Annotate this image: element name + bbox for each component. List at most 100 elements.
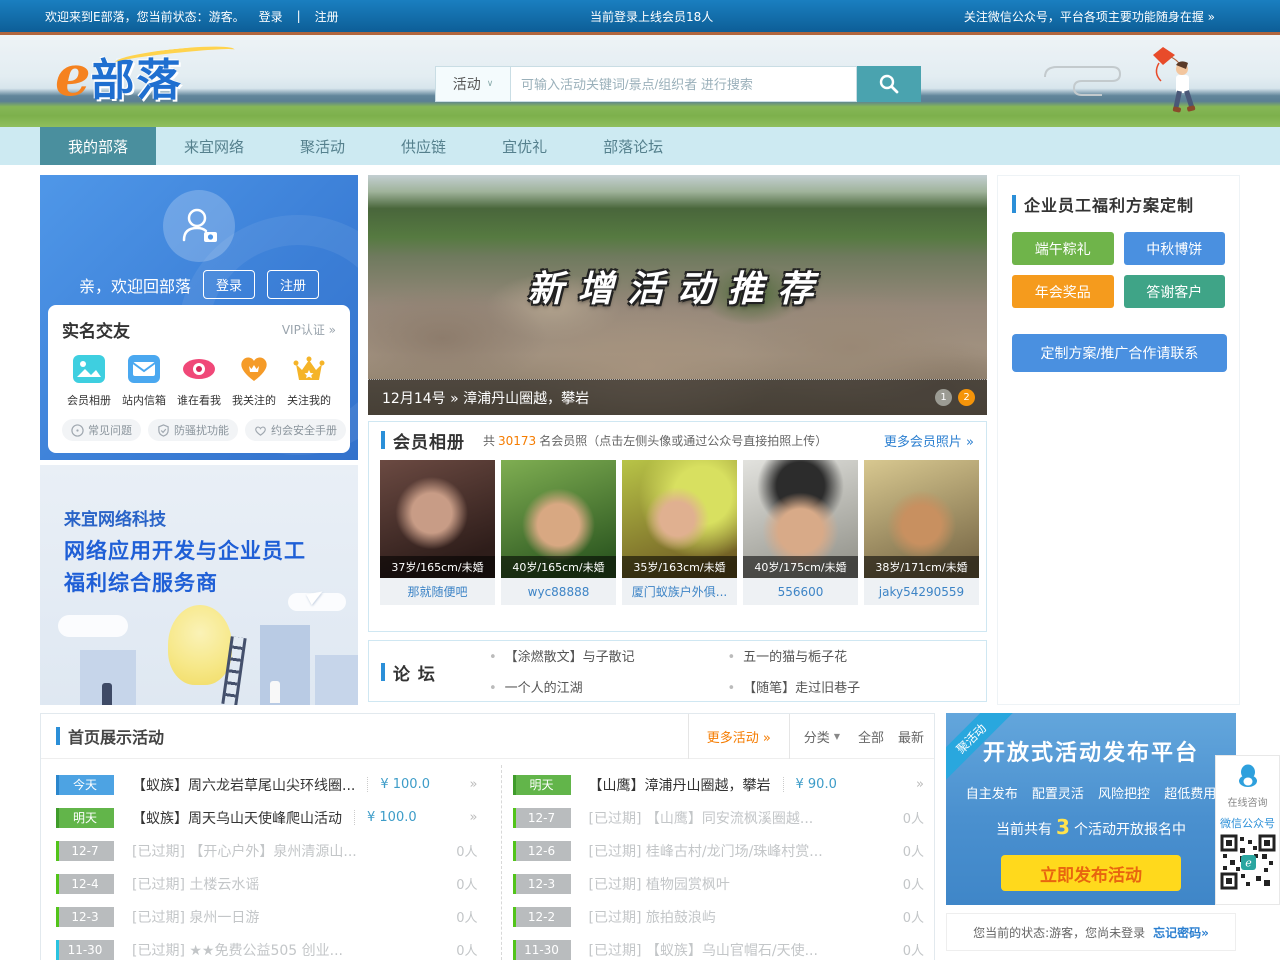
floating-contact-widget: 在线咨询 微信公众号 e <box>1215 755 1280 905</box>
date-badge: 12-6 <box>513 841 571 861</box>
activity-row[interactable]: 12-3 [已过期] 植物园赏枫叶 0人 <box>513 867 925 900</box>
feature-my-follows[interactable]: 我关注的 <box>227 354 281 408</box>
feature-site-mail[interactable]: 站内信箱 <box>117 354 171 408</box>
arrow-link[interactable]: » <box>916 777 924 792</box>
forum-post-link[interactable]: 一个人的江湖 <box>489 677 728 696</box>
forum-post-link[interactable]: 五一的猫与栀子花 <box>728 646 967 665</box>
participant-count: 0人 <box>903 907 924 926</box>
search-category-dropdown[interactable]: 活动 ∨ <box>435 66 511 102</box>
activity-row[interactable]: 11-30 [已过期] 【蚁族】乌山官帽石/天使... 0人 <box>513 933 925 960</box>
participant-count: 0人 <box>456 940 477 959</box>
activity-row[interactable]: 11-30 [已过期] ★★免费公益505 创业... 0人 <box>56 933 478 960</box>
login-button[interactable]: 登录 <box>203 270 255 299</box>
avatar-upload[interactable] <box>163 190 235 262</box>
filter-all[interactable]: 全部 <box>854 727 894 746</box>
activity-row[interactable]: 12-6 [已过期] 桂峰古村/龙门场/珠峰村赏... 0人 <box>513 834 925 867</box>
activity-row[interactable]: 今天 【蚁族】周六龙岩草尾山尖环线圈... ¥ 100.0 » <box>56 768 478 801</box>
header: e部落 活动 ∨ <box>0 35 1280 127</box>
search-bar: 活动 ∨ <box>435 66 921 102</box>
activity-row[interactable]: 12-7 [已过期] 【开心户外】泉州清源山... 0人 <box>56 834 478 867</box>
nav-item-yiyouli[interactable]: 宜优礼 <box>474 127 575 165</box>
search-category-label: 活动 <box>453 74 481 94</box>
activity-row[interactable]: 12-4 [已过期] 土楼云水谣 0人 <box>56 867 478 900</box>
member-card[interactable]: 35岁/163cm/未婚 厦门蚁族户外俱... <box>622 460 737 605</box>
dating-safety-pill[interactable]: 约会安全手册 <box>245 419 346 441</box>
topbar-login-link[interactable]: 登录 <box>259 8 283 25</box>
hero-carousel[interactable]: 新增活动推荐 12月14号 » 漳浦丹山圈越，攀岩 1 2 <box>368 175 987 415</box>
register-button[interactable]: 注册 <box>267 270 319 299</box>
tile-mid-autumn[interactable]: 中秋博饼 <box>1124 232 1226 265</box>
tile-client-thanks[interactable]: 答谢客户 <box>1124 275 1226 308</box>
member-card[interactable]: 38岁/171cm/未婚 jaky54290559 <box>864 460 979 605</box>
qq-penguin-icon[interactable] <box>1235 762 1261 788</box>
participant-count: 0人 <box>456 907 477 926</box>
activity-row[interactable]: 12-3 [已过期] 泉州一日游 0人 <box>56 900 478 933</box>
member-name[interactable]: 厦门蚁族户外俱... <box>622 578 737 605</box>
member-name[interactable]: jaky54290559 <box>864 578 979 605</box>
category-dropdown[interactable]: 分类▼ <box>789 714 854 759</box>
online-members-text: 当前登录上线会员18人 <box>590 8 713 25</box>
vip-cert-link[interactable]: VIP认证 » <box>282 321 336 338</box>
search-icon <box>878 73 900 95</box>
tile-dragon-boat-gifts[interactable]: 端午粽礼 <box>1012 232 1114 265</box>
feature-member-album[interactable]: 会员相册 <box>62 354 116 408</box>
search-input[interactable] <box>511 66 857 102</box>
activity-row[interactable]: 明天 【山鹰】漳浦丹山圈越，攀岩 ¥ 90.0 » <box>513 768 925 801</box>
cloud-shape <box>58 615 128 637</box>
nav-item-supply-chain[interactable]: 供应链 <box>373 127 474 165</box>
activity-row[interactable]: 12-2 [已过期] 旅拍鼓浪屿 0人 <box>513 900 925 933</box>
activities-panel: 首页展示活动 更多活动 » 分类▼ 全部 最新 今天 【蚁族】周六龙岩草尾山尖环… <box>40 713 935 960</box>
laiyi-promo-banner[interactable]: 来宜网络科技 网络应用开发与企业员工 福利综合服务商 <box>40 465 358 705</box>
site-logo[interactable]: e部落 <box>55 43 183 109</box>
nav-item-laiyi-network[interactable]: 来宜网络 <box>156 127 272 165</box>
nav-item-forum[interactable]: 部落论坛 <box>575 127 691 165</box>
wechat-qr-code: e <box>1220 834 1276 890</box>
tile-annual-prizes[interactable]: 年会奖品 <box>1012 275 1114 308</box>
forum-post-link[interactable]: 【涂燃散文】与子散记 <box>489 646 728 665</box>
anti-harassment-pill[interactable]: 防骚扰功能 <box>148 419 238 441</box>
more-activities-link[interactable]: 更多活动 » <box>688 714 789 759</box>
girl-with-kite-illustration <box>1135 43 1205 125</box>
building-shape <box>260 625 310 705</box>
member-name[interactable]: 那就随便吧 <box>380 578 495 605</box>
cloud-decoration-icon <box>1035 47 1125 107</box>
welfare-title: 企业员工福利方案定制 <box>1024 192 1194 216</box>
faq-pill[interactable]: 常见问题 <box>62 419 141 441</box>
status-text: 您当前的状态:游客，您尚未登录 <box>973 924 1145 941</box>
carousel-overlay-title: 新增活动推荐 <box>368 260 987 312</box>
search-button[interactable] <box>857 66 921 102</box>
online-consult-label[interactable]: 在线咨询 <box>1216 794 1279 809</box>
participant-count: 0人 <box>903 940 924 959</box>
topbar-separator: | <box>297 9 301 23</box>
member-card[interactable]: 37岁/165cm/未婚 那就随便吧 <box>380 460 495 605</box>
nav-item-my-tribe[interactable]: 我的部落 <box>40 127 156 165</box>
topbar-register-link[interactable]: 注册 <box>315 8 339 25</box>
activity-price: ¥ 90.0 <box>783 777 837 792</box>
nav-item-activities[interactable]: 聚活动 <box>272 127 373 165</box>
wechat-account-link[interactable]: 微信公众号 <box>1216 815 1279 831</box>
feature-who-viewed-me[interactable]: 谁在看我 <box>172 354 226 408</box>
svg-text:e: e <box>1245 857 1252 870</box>
member-card[interactable]: 40岁/165cm/未婚 wyc88888 <box>501 460 616 605</box>
publish-activity-button[interactable]: 立即发布活动 <box>1001 855 1181 891</box>
feature-my-followers[interactable]: 关注我的 <box>282 354 336 408</box>
custom-plan-contact-button[interactable]: 定制方案/推广合作请联系 <box>1012 334 1227 372</box>
member-name[interactable]: 556600 <box>743 578 858 605</box>
carousel-dot-2[interactable]: 2 <box>958 389 975 406</box>
wechat-follow-link[interactable]: 关注微信公众号，平台各项主要功能随身在握 » <box>964 8 1215 25</box>
member-name[interactable]: wyc88888 <box>501 578 616 605</box>
arrow-link[interactable]: » <box>470 810 478 825</box>
carousel-dot-1[interactable]: 1 <box>935 389 952 406</box>
forgot-password-link[interactable]: 忘记密码» <box>1153 924 1209 941</box>
forum-title: 论 坛 <box>393 660 436 685</box>
publish-count-text: 当前共有3个活动开放报名中 <box>946 815 1236 839</box>
chevron-down-icon: ∨ <box>487 79 494 89</box>
carousel-caption[interactable]: 12月14号 » 漳浦丹山圈越，攀岩 <box>368 379 987 415</box>
activity-row[interactable]: 12-7 [已过期] 【山鹰】同安流枫溪圈越... 0人 <box>513 801 925 834</box>
activity-row[interactable]: 明天 【蚁族】周天乌山天使峰爬山活动 ¥ 100.0 » <box>56 801 478 834</box>
member-card[interactable]: 40岁/175cm/未婚 556600 <box>743 460 858 605</box>
forum-post-link[interactable]: 【随笔】走过旧巷子 <box>728 677 967 696</box>
more-photos-link[interactable]: 更多会员照片 » <box>884 431 974 450</box>
filter-newest[interactable]: 最新 <box>894 727 934 746</box>
arrow-link[interactable]: » <box>470 777 478 792</box>
